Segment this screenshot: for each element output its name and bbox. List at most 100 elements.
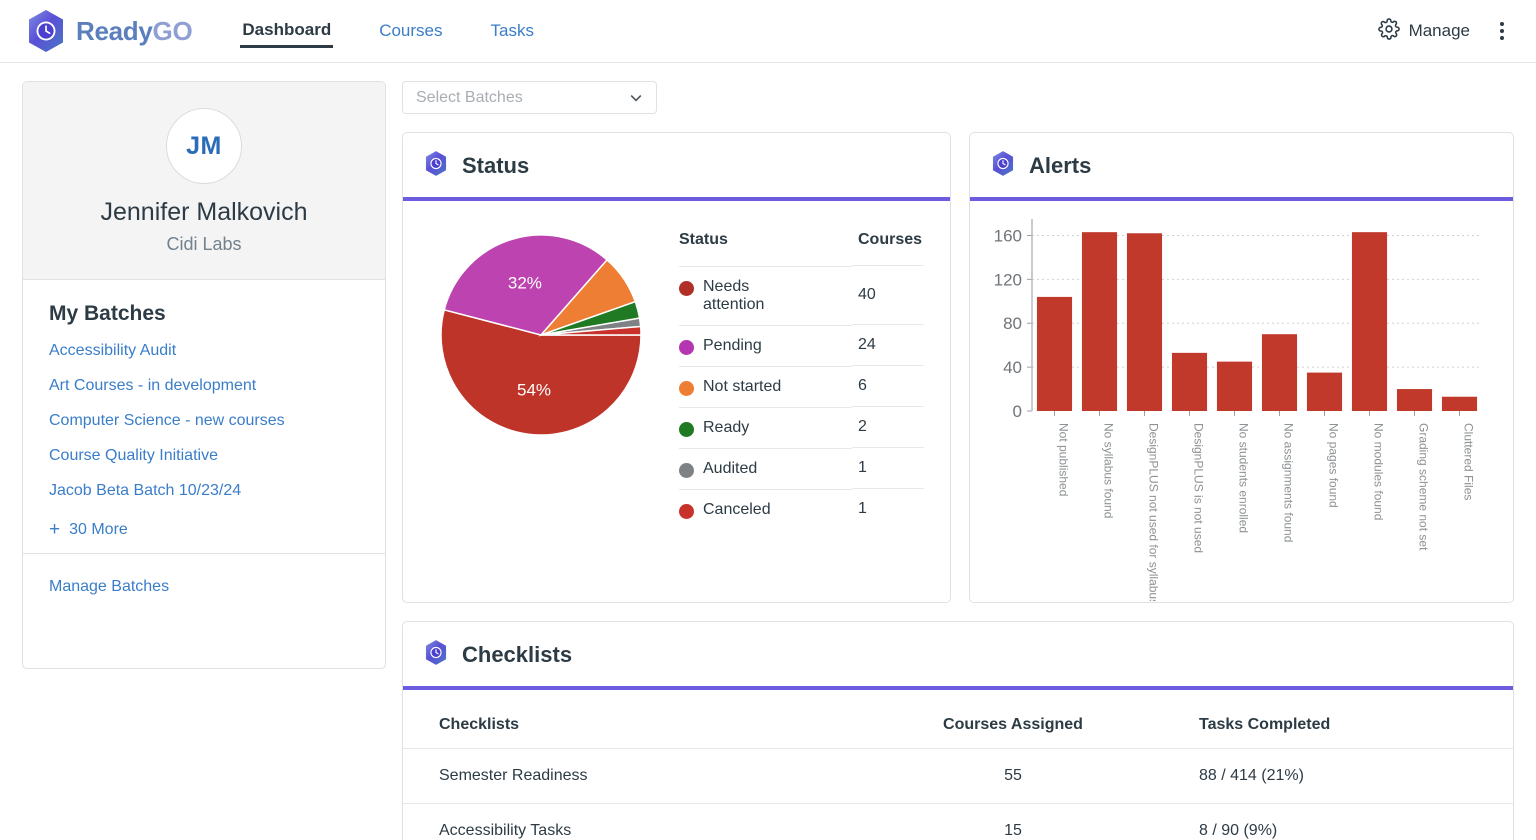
x-axis-tick-label: No pages found [1327,423,1341,508]
kebab-dot-1 [1500,22,1504,26]
status-card-title: Status [462,153,529,179]
status-legend-count: 6 [852,366,924,407]
manage-button[interactable]: Manage [1378,18,1470,45]
status-color-dot [679,422,694,437]
more-vertical-icon[interactable] [1490,16,1514,46]
checklists-name-column-header: Checklists [403,690,863,749]
status-legend-label-cell: Needs attention [679,266,852,325]
select-batches-value: Select Batches [416,89,523,107]
checklists-card-title: Checklists [462,642,572,668]
show-more-batches-label: 30 More [69,521,128,539]
status-legend-count: 1 [852,448,924,489]
table-row[interactable]: Semester Readiness5588 / 414 (21%) [403,749,1513,804]
tasks-completed-cell: 8 / 90 (9%) [1163,804,1513,840]
status-legend-label: Canceled [703,501,771,519]
status-legend-count: 40 [852,266,924,325]
status-legend-row: Pending 24 [679,325,924,366]
batch-link-art-courses[interactable]: Art Courses - in development [49,377,359,395]
user-name: Jennifer Malkovich [33,198,375,227]
sidebar-footer: Manage Batches [23,553,385,620]
courses-column-header: Courses [852,231,924,266]
nav-item-dashboard[interactable]: Dashboard [240,14,333,48]
x-axis-tick-label: No syllabus found [1102,423,1116,518]
status-color-dot [679,340,694,355]
bar [1172,353,1207,411]
batch-link-jacob-beta-batch[interactable]: Jacob Beta Batch 10/23/24 [49,482,359,500]
checklist-name-cell: Accessibility Tasks [403,804,863,840]
manage-label: Manage [1409,21,1470,41]
status-legend-row: Not started6 [679,366,924,407]
y-axis-tick-label: 40 [1003,358,1022,377]
brand-logo[interactable]: ReadyGO [24,7,192,55]
checklist-name-cell: Semester Readiness [403,749,863,804]
bar [1217,362,1252,411]
y-axis-tick-label: 80 [1003,314,1022,333]
table-row[interactable]: Accessibility Tasks158 / 90 (9%) [403,804,1513,840]
main-content: Select Batches [402,81,1514,840]
manage-batches-link[interactable]: Manage Batches [49,578,169,595]
status-legend-row: Canceled 1 [679,489,924,530]
status-card-header: Status [403,133,950,201]
checklists-table-body: Semester Readiness5588 / 414 (21%)Access… [403,749,1513,840]
select-batches-dropdown[interactable]: Select Batches [402,81,657,114]
status-legend-label: Ready [703,419,749,437]
batch-link-computer-science[interactable]: Computer Science - new courses [49,412,359,430]
hexagon-clock-icon [990,149,1016,183]
status-legend-label-cell: Canceled [679,489,852,530]
pie-slice-label: 32% [508,273,542,292]
x-axis-tick-label: Cluttered Files [1462,423,1476,500]
x-axis-tick-label: No students enrolled [1237,423,1251,533]
status-column-header: Status [679,231,852,266]
plus-icon: + [49,520,60,539]
status-card-body: 54%32% Status Courses Needs attention40P… [403,201,950,530]
status-legend-label: Audited [703,460,757,478]
checklists-table: Checklists Courses Assigned Tasks Comple… [403,690,1513,840]
x-axis-tick-label: DesignPLUS is not used [1192,423,1206,553]
tasks-completed-column-header: Tasks Completed [1163,690,1513,749]
status-legend-label-cell: Pending [679,325,852,366]
my-batches-heading: My Batches [49,302,359,326]
top-bar-actions: Manage [1378,16,1514,46]
avatar: JM [166,108,242,184]
bar [1397,389,1432,411]
bar [1037,297,1072,411]
brand-wordmark: ReadyGO [76,16,192,47]
bar [1442,397,1477,411]
checklists-card-header: Checklists [403,622,1513,690]
pie-slice-label: 54% [517,381,551,400]
user-organization: Cidi Labs [33,234,375,255]
status-legend-count: 1 [852,489,924,530]
hexagon-clock-icon [423,638,449,672]
nav-item-courses[interactable]: Courses [377,15,444,47]
x-axis-tick-label: No modules found [1372,423,1386,520]
alerts-bar-chart: 04080120160Not publishedNo syllabus foun… [980,211,1492,601]
show-more-batches-button[interactable]: + 30 More [49,520,359,539]
status-legend-label: Pending [703,337,762,355]
status-legend-row: Audited 1 [679,448,924,489]
courses-assigned-cell: 15 [863,804,1163,840]
status-legend-label-cell: Not started [679,366,852,407]
kebab-dot-3 [1500,36,1504,40]
page-body: JM Jennifer Malkovich Cidi Labs My Batch… [0,63,1536,840]
batch-link-accessibility-audit[interactable]: Accessibility Audit [49,342,359,360]
alerts-card-header: Alerts [970,133,1513,201]
checklists-card: Checklists Checklists Courses Assigned T… [402,621,1514,840]
x-axis-tick-label: No assignments found [1282,423,1296,542]
status-color-dot [679,281,694,296]
hexagon-clock-icon [423,149,449,183]
status-legend-count: 24 [852,325,924,366]
main-nav: Dashboard Courses Tasks [240,14,580,48]
status-legend-row: Ready2 [679,407,924,448]
batch-link-course-quality-initiative[interactable]: Course Quality Initiative [49,447,359,465]
my-batches-section: My Batches Accessibility Audit Art Cours… [23,280,385,553]
user-profile-panel: JM Jennifer Malkovich Cidi Labs [23,82,385,280]
pie-chart-svg: 54% 32% [437,231,645,439]
status-legend-body: Needs attention40Pending24Not started6Re… [679,266,924,530]
status-legend-label-cell: Audited [679,448,852,489]
tasks-completed-cell: 88 / 414 (21%) [1163,749,1513,804]
y-axis-tick-label: 120 [994,270,1022,289]
status-legend-label-cell: Ready [679,407,852,448]
courses-assigned-column-header: Courses Assigned [863,690,1163,749]
nav-item-tasks[interactable]: Tasks [489,15,536,47]
alerts-card-title: Alerts [1029,153,1091,179]
